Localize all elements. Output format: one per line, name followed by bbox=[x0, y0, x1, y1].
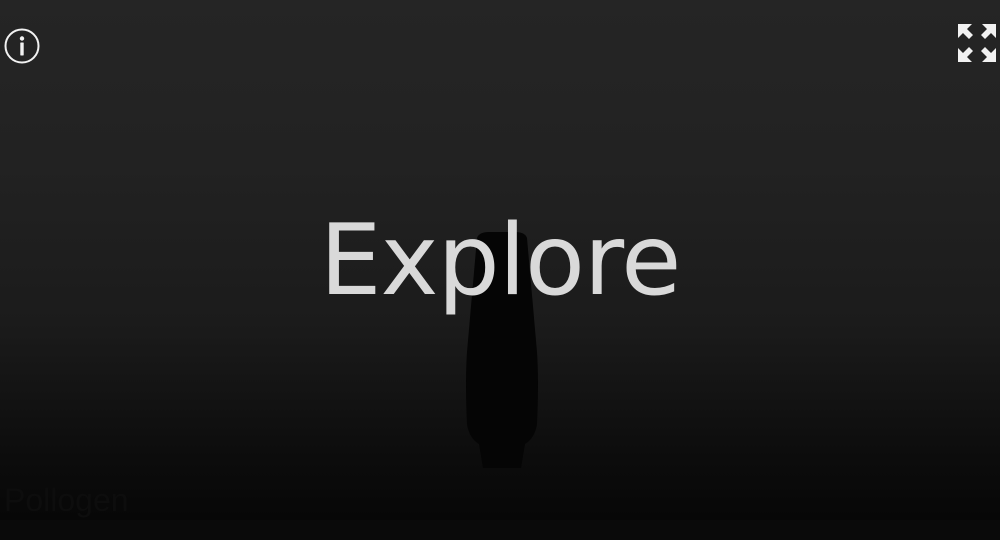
expand-arrows-icon bbox=[958, 24, 996, 62]
fullscreen-button[interactable] bbox=[956, 22, 998, 64]
model-label: Pollogen bbox=[4, 482, 129, 518]
explore-headline: Explore bbox=[319, 204, 682, 318]
info-button[interactable] bbox=[4, 28, 40, 64]
bottom-bar bbox=[0, 520, 1000, 540]
product-viewer[interactable]: Explore Pollogen bbox=[0, 0, 1000, 540]
info-icon bbox=[4, 28, 40, 64]
